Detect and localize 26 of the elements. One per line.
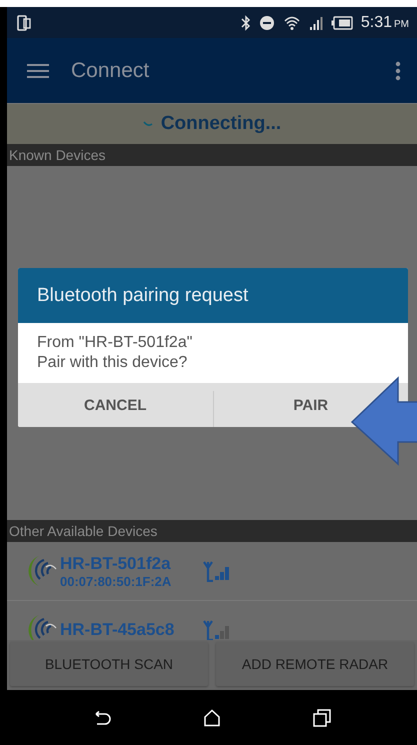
back-icon[interactable] — [93, 710, 111, 724]
phone-icon — [17, 14, 31, 30]
battery-icon — [330, 16, 353, 30]
spinner-icon — [142, 121, 153, 127]
clock-meridiem: PM — [394, 18, 409, 30]
home-icon[interactable] — [203, 708, 221, 726]
wifi-icon — [282, 14, 301, 30]
dialog-title: Bluetooth pairing request — [18, 268, 408, 323]
action-button[interactable]: ADD REMOTE RADAR — [216, 642, 414, 686]
app-title: Connect — [71, 58, 150, 82]
device-row[interactable]: HR-BT-501f2a 00:07:80:50:1F:2A — [7, 542, 417, 601]
more-options-icon[interactable] — [395, 60, 401, 80]
device-name: HR-BT-45a5c8 — [60, 620, 176, 640]
signal-icon — [308, 14, 323, 30]
action-button[interactable]: BLUETOOTH SCAN — [10, 642, 208, 686]
bluetooth-icon — [240, 14, 251, 30]
menu-icon[interactable] — [27, 62, 49, 78]
do-not-disturb-icon — [258, 14, 275, 30]
clock-time: 5:31 — [360, 14, 392, 32]
recent-apps-icon[interactable] — [313, 708, 331, 726]
device-name: HR-BT-501f2a — [60, 554, 172, 574]
section-header: Known Devices — [7, 144, 417, 166]
dialog-message: From "HR-BT-501f2a" Pair with this device? — [36, 333, 194, 373]
device-address: 00:07:80:50:1F:2A — [60, 574, 172, 588]
section-header: Other Available Devices — [7, 520, 417, 542]
connection-status: Connecting... — [160, 113, 282, 135]
